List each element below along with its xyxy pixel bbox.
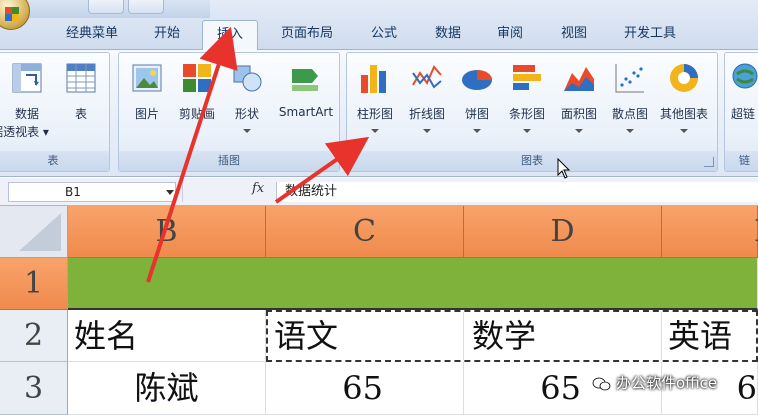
pie-chart-icon bbox=[462, 70, 492, 90]
column-chart-dropdown-caret[interactable] bbox=[371, 129, 379, 133]
tab-formulas[interactable]: 公式 bbox=[356, 20, 412, 50]
shapes-label: 形状 bbox=[234, 107, 259, 121]
mouse-pointer-icon bbox=[557, 158, 571, 179]
watermark: 办公软件office bbox=[592, 370, 717, 396]
quick-access-toolbar bbox=[0, 0, 210, 18]
group-tables: 数据 据透视表 ▾ 表 表 bbox=[0, 52, 110, 172]
group-illustrations: 图片 剪贴画 形状 SmartArt 插图 bbox=[118, 52, 340, 172]
cell-e2[interactable]: 英语 bbox=[662, 312, 756, 360]
cell-b3[interactable]: 陈斌 bbox=[68, 362, 266, 415]
other-charts-label: 其他图表 bbox=[659, 107, 708, 121]
tab-review[interactable]: 审阅 bbox=[482, 20, 538, 50]
table-label: 表 bbox=[74, 107, 87, 121]
group-charts-label: 图表 bbox=[347, 151, 717, 171]
cell-c2[interactable]: 语文 bbox=[268, 312, 464, 360]
line-chart-icon bbox=[412, 65, 442, 89]
column-chart-label: 柱形图 bbox=[356, 107, 393, 121]
tab-developer[interactable]: 开发工具 bbox=[610, 20, 690, 50]
smartart-icon bbox=[292, 69, 318, 91]
area-chart-icon bbox=[564, 67, 594, 91]
formula-bar-divider bbox=[182, 182, 252, 202]
bar-chart-icon bbox=[513, 65, 541, 90]
bar-chart-dropdown-caret[interactable] bbox=[523, 129, 531, 133]
row-header-2[interactable]: 2 bbox=[0, 310, 68, 362]
column-header-c[interactable]: C bbox=[266, 206, 464, 258]
formula-input[interactable]: 数据统计 bbox=[276, 182, 758, 202]
name-box-dropdown-icon[interactable] bbox=[166, 190, 174, 195]
scatter-chart-dropdown-caret[interactable] bbox=[626, 129, 634, 133]
cell-d2[interactable]: 数学 bbox=[464, 312, 662, 360]
tab-view[interactable]: 视图 bbox=[546, 20, 602, 50]
wechat-icon bbox=[592, 377, 611, 390]
shapes-dropdown-caret[interactable] bbox=[243, 129, 251, 133]
tab-classic-menu[interactable]: 经典菜单 bbox=[54, 20, 130, 50]
tab-page-layout[interactable]: 页面布局 bbox=[268, 20, 346, 50]
group-links-label: 链 bbox=[725, 151, 758, 171]
pie-chart-dropdown-caret[interactable] bbox=[473, 129, 481, 133]
group-illustrations-label: 插图 bbox=[119, 151, 339, 171]
tab-home[interactable]: 开始 bbox=[138, 20, 196, 50]
pie-chart-label: 饼图 bbox=[464, 107, 489, 121]
scatter-chart-icon bbox=[615, 64, 644, 93]
name-box[interactable]: B1 bbox=[8, 182, 176, 202]
column-header-e[interactable]: E bbox=[662, 206, 758, 258]
column-header-d[interactable]: D bbox=[464, 206, 662, 258]
shapes-icon bbox=[233, 65, 262, 92]
charts-dialog-launcher-icon[interactable] bbox=[704, 157, 714, 167]
group-links: 超链 链 bbox=[724, 52, 758, 172]
tab-data[interactable]: 数据 bbox=[420, 20, 476, 50]
column-header-b[interactable]: B bbox=[68, 206, 266, 258]
insert-function-icon[interactable]: fx bbox=[252, 181, 264, 196]
cell-b2[interactable]: 姓名 bbox=[68, 310, 266, 362]
smartart-label: SmartArt bbox=[278, 105, 334, 119]
cell-c3[interactable]: 65 bbox=[266, 362, 464, 415]
office-button[interactable] bbox=[0, 0, 30, 30]
pivot-table-label-1: 数据 bbox=[14, 107, 39, 121]
select-all-corner[interactable] bbox=[0, 206, 68, 258]
undo-button[interactable] bbox=[88, 0, 124, 14]
group-charts: 柱形图 折线图 饼图 条形图 面积图 散点图 其他图表 图表 bbox=[346, 52, 718, 172]
row-header-1[interactable]: 1 bbox=[0, 258, 68, 310]
pivot-table-icon bbox=[12, 63, 42, 93]
line-chart-label: 折线图 bbox=[408, 107, 445, 121]
area-chart-label: 面积图 bbox=[560, 107, 597, 121]
office-logo-icon bbox=[5, 7, 19, 21]
bar-chart-label: 条形图 bbox=[508, 107, 545, 121]
group-tables-label: 表 bbox=[0, 151, 109, 171]
hyperlink-label: 超链 bbox=[730, 107, 755, 121]
cell-b1-merged[interactable] bbox=[68, 258, 758, 310]
other-charts-icon bbox=[670, 64, 698, 92]
line-chart-dropdown-caret[interactable] bbox=[423, 129, 431, 133]
column-chart-icon bbox=[361, 65, 386, 93]
scatter-chart-label: 散点图 bbox=[611, 107, 648, 121]
formula-bar: B1 fx 数据统计 bbox=[0, 178, 758, 206]
picture-label: 图片 bbox=[134, 107, 159, 121]
row-header-3[interactable]: 3 bbox=[0, 362, 68, 415]
other-charts-dropdown-caret[interactable] bbox=[680, 129, 688, 133]
table-icon bbox=[66, 63, 96, 93]
watermark-text: 办公软件office bbox=[616, 374, 718, 392]
redo-button[interactable] bbox=[128, 0, 164, 14]
pivot-table-label-2: 据透视表 ▾ bbox=[0, 125, 49, 139]
area-chart-dropdown-caret[interactable] bbox=[575, 129, 583, 133]
tab-insert[interactable]: 插入 bbox=[202, 20, 258, 51]
hyperlink-icon bbox=[732, 63, 758, 89]
clip-art-label: 剪贴画 bbox=[178, 107, 215, 121]
ribbon-insert-panel: 数据 据透视表 ▾ 表 表 图片 bbox=[0, 50, 758, 177]
clip-art-icon bbox=[183, 64, 211, 92]
ribbon-tab-bar: 经典菜单 开始 插入 页面布局 公式 数据 审阅 视图 开发工具 bbox=[0, 0, 758, 51]
picture-icon bbox=[132, 64, 162, 92]
